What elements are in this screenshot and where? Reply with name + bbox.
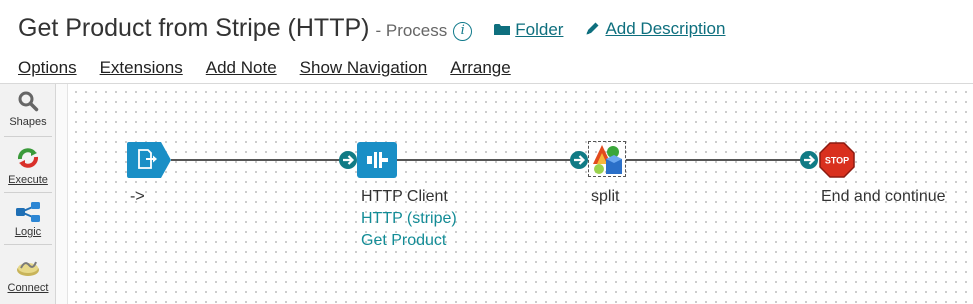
- palette-logic-label: Logic: [14, 226, 42, 238]
- http-connection-link[interactable]: HTTP (stripe): [361, 210, 457, 228]
- menu-add-note[interactable]: Add Note: [206, 58, 277, 78]
- palette-shapes[interactable]: Shapes: [0, 90, 56, 128]
- palette-execute-label: Execute: [8, 174, 48, 186]
- connector-line: [626, 159, 801, 161]
- menu-options[interactable]: Options: [18, 58, 77, 78]
- menu-bar: Options Extensions Add Note Show Navigat…: [18, 58, 534, 78]
- add-description-link[interactable]: Add Description: [585, 19, 725, 39]
- start-document-icon: [127, 142, 171, 178]
- magnifier-icon: [18, 91, 39, 112]
- palette-logic[interactable]: Logic: [0, 202, 56, 238]
- palette-divider: [4, 136, 52, 137]
- stop-sign-icon: STOP: [819, 142, 855, 178]
- title-row: Get Product from Stripe (HTTP) - Process…: [18, 14, 725, 43]
- logic-icon: [16, 202, 40, 222]
- http-operation-link[interactable]: Get Product: [361, 232, 446, 250]
- add-description-label: Add Description: [605, 18, 726, 38]
- palette-shapes-label: Shapes: [9, 116, 47, 128]
- folder-link-label: Folder: [515, 19, 564, 39]
- palette-execute[interactable]: Execute: [0, 146, 56, 186]
- menu-show-navigation[interactable]: Show Navigation: [300, 58, 428, 78]
- page-title: Get Product from Stripe (HTTP): [18, 14, 370, 42]
- connector-line: [171, 159, 341, 161]
- connector-plug-icon: [357, 142, 397, 178]
- connect-icon: [17, 261, 39, 276]
- arrow-right-icon: [339, 151, 357, 169]
- process-header: Get Product from Stripe (HTTP) - Process…: [0, 0, 973, 84]
- split-shape[interactable]: [588, 141, 626, 177]
- shape-palette: Shapes Execute Logic Connect: [0, 84, 56, 304]
- http-client-label: HTTP Client: [361, 188, 448, 205]
- folder-link[interactable]: Folder: [494, 20, 563, 40]
- http-client-shape[interactable]: [357, 142, 397, 178]
- execute-icon: [18, 148, 38, 168]
- palette-connect[interactable]: Connect: [0, 256, 56, 294]
- palette-divider: [4, 244, 52, 245]
- stop-sign-text: STOP: [825, 156, 849, 166]
- start-shape[interactable]: [127, 142, 171, 178]
- palette-connect-label: Connect: [7, 282, 49, 294]
- arrow-right-icon: [800, 151, 818, 169]
- stop-shape[interactable]: STOP: [819, 142, 855, 178]
- start-shape-label: ->: [130, 188, 145, 205]
- info-icon[interactable]: i: [453, 22, 473, 41]
- process-canvas[interactable]: -> HTTP Client HTTP (stripe) Get Product…: [68, 84, 973, 304]
- arrow-right-icon: [570, 151, 588, 169]
- menu-extensions[interactable]: Extensions: [100, 58, 183, 78]
- palette-gutter: [56, 84, 68, 304]
- menu-arrange[interactable]: Arrange: [450, 58, 510, 78]
- palette-divider: [4, 192, 52, 193]
- page-subtitle: - Process: [375, 21, 448, 40]
- folder-icon: [494, 23, 511, 36]
- data-process-icon: [593, 145, 622, 174]
- stop-shape-label: End and continue: [821, 188, 946, 205]
- pencil-icon: [585, 21, 600, 36]
- connector-line: [396, 159, 571, 161]
- split-shape-label: split: [591, 188, 620, 205]
